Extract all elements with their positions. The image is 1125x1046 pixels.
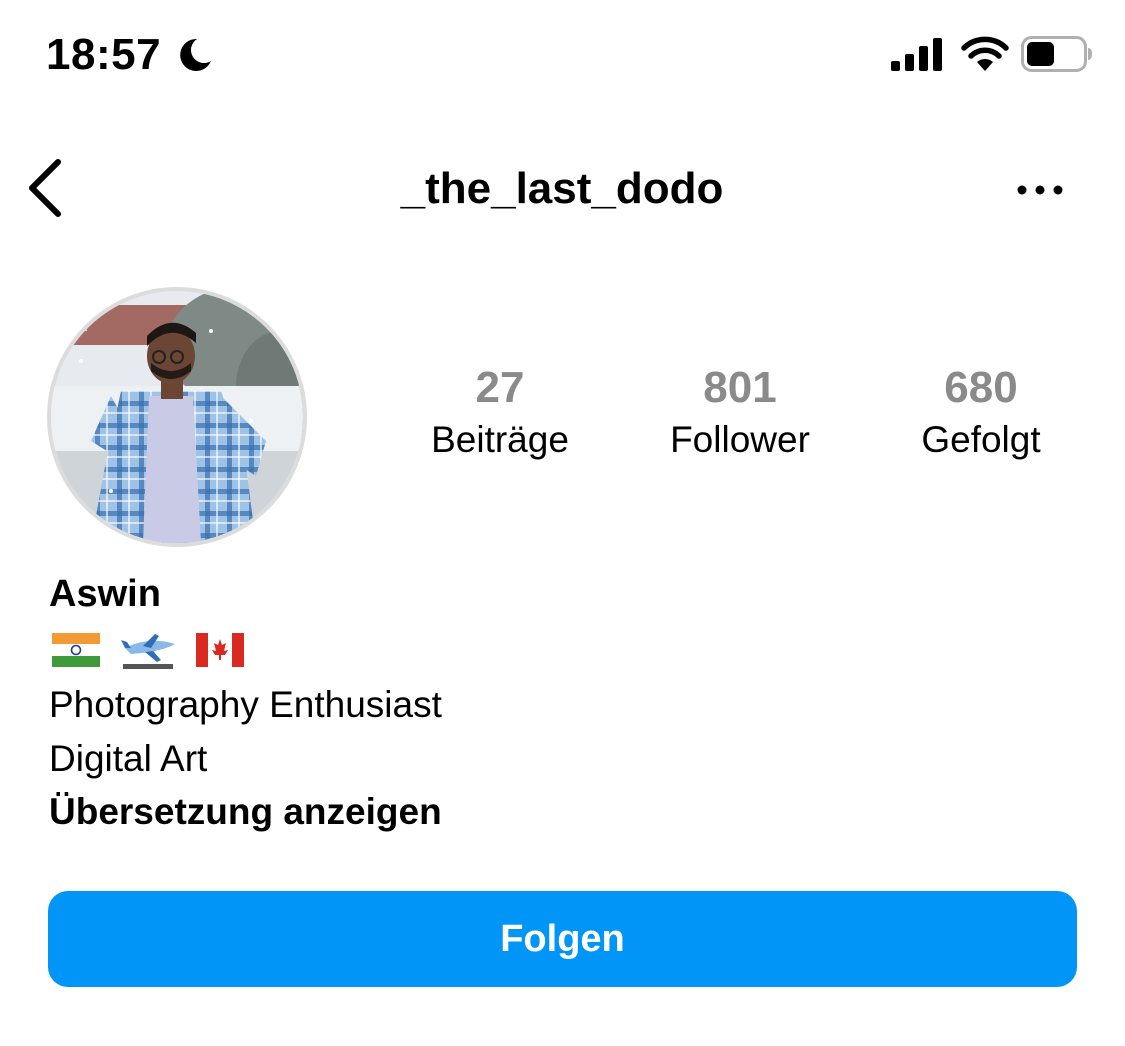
display-name: Aswin <box>49 573 161 615</box>
stat-value: 801 <box>703 363 777 412</box>
signal-icon <box>891 38 942 71</box>
avatar[interactable] <box>51 291 303 543</box>
chevron-left-icon[interactable] <box>22 155 70 221</box>
stat-value: 680 <box>944 363 1018 412</box>
stat-label: Gefolgt <box>921 419 1041 460</box>
wifi-icon <box>961 36 1009 71</box>
page-title: _the_last_dodo <box>400 164 724 213</box>
bio-line: Digital Art <box>49 738 208 779</box>
status-time: 18:57 <box>46 30 162 79</box>
stat-followers[interactable]: 801 Follower <box>630 362 850 466</box>
follow-button[interactable]: Folgen <box>48 891 1077 987</box>
canada-flag-emoji <box>196 633 244 667</box>
stat-value: 27 <box>475 363 525 412</box>
stat-label: Beiträge <box>431 419 569 460</box>
airplane-emoji <box>121 634 175 669</box>
moon-icon <box>180 38 211 71</box>
show-translation-link[interactable]: Übersetzung anzeigen <box>49 788 442 836</box>
battery-icon <box>1021 36 1092 72</box>
more-horizontal-icon[interactable] <box>1010 176 1070 204</box>
stat-following[interactable]: 680 Gefolgt <box>871 362 1091 466</box>
stat-label: Follower <box>670 419 810 460</box>
stat-posts[interactable]: 27 Beiträge <box>390 362 610 466</box>
profile-photo <box>51 291 303 543</box>
india-flag-emoji <box>52 633 100 667</box>
bio-line: Photography Enthusiast <box>49 684 442 725</box>
